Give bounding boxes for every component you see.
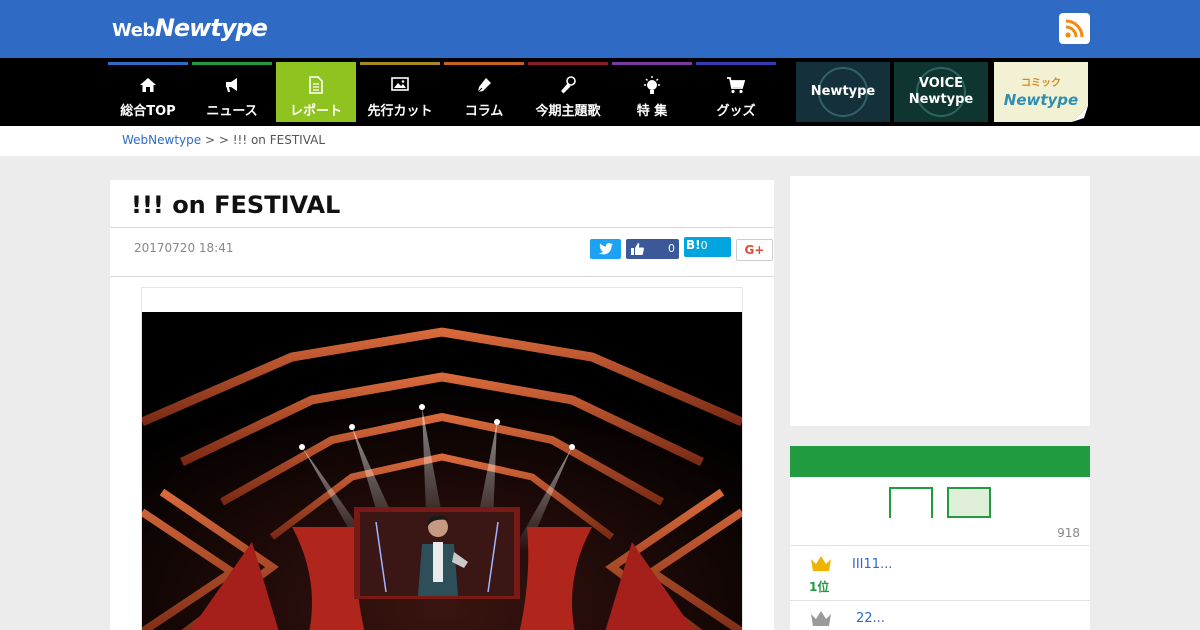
ranking-count: 918 [1057, 526, 1080, 540]
nav-item-top[interactable]: 総合TOP [108, 62, 188, 122]
nav-item-precut[interactable]: 先行カット [360, 62, 440, 122]
article-title: !!! on FESTIVAL [131, 191, 341, 219]
nav-label: 先行カット [367, 104, 433, 119]
nav-item-themesong[interactable]: 今期主題歌 [528, 62, 608, 122]
home-icon [140, 78, 156, 92]
microphone-icon [561, 76, 576, 94]
nav-color-bar [696, 62, 776, 65]
rss-icon [1065, 19, 1084, 38]
nav-label: 総合TOP [120, 104, 176, 119]
nav-color-bar [612, 62, 692, 65]
hatena-label: B!0 [686, 238, 708, 252]
ranking-tab-2[interactable] [947, 487, 991, 518]
ranking-panel: 918 1位 III11... 22... [790, 446, 1090, 630]
ranking-position: 1位 [809, 580, 830, 594]
hatena-bookmark-button[interactable]: B!0 [684, 237, 731, 257]
nav-color-bar [108, 62, 188, 65]
nav-item-column[interactable]: コラム [444, 62, 524, 122]
ranking-title-link[interactable]: III11... [852, 557, 892, 572]
divider [110, 276, 774, 277]
article-card: !!! on FESTIVAL 20170720 18:41 0 B!0 G+ [110, 180, 774, 630]
nav-label: レポート [289, 104, 342, 119]
banner-label: Newtype [810, 84, 876, 99]
twitter-icon [599, 243, 613, 255]
breadcrumb-separator: > [201, 133, 219, 147]
facebook-like-count: 0 [668, 242, 675, 255]
comic-newtype-banner[interactable]: コミック Newtype [994, 62, 1088, 122]
image-icon [391, 77, 409, 91]
lightbulb-icon [644, 76, 660, 94]
ranking-item[interactable]: 1位 III11... [790, 546, 1090, 600]
logo-web-text: Web [112, 20, 155, 41]
cart-icon [727, 77, 746, 94]
document-icon [309, 76, 323, 94]
nav-label: 今期主題歌 [535, 104, 601, 119]
megaphone-icon [226, 78, 237, 92]
nav-item-report[interactable]: レポート [276, 62, 356, 122]
thumbs-up-icon [631, 243, 644, 255]
ranking-header [790, 446, 1090, 477]
article-date: 20170720 18:41 [134, 241, 234, 255]
newtype-banner[interactable]: Newtype [796, 62, 890, 122]
silver-crown-icon [811, 611, 831, 626]
facebook-like-button[interactable]: 0 [626, 239, 679, 259]
nav-color-bar [444, 62, 524, 65]
banner-label-line1: VOICE [918, 76, 964, 91]
breadcrumb-bar: WebNewtype > > !!! on FESTIVAL [0, 126, 1200, 156]
nav-item-goods[interactable]: グッズ [696, 62, 776, 122]
nav-color-bar [360, 62, 440, 65]
pen-icon [477, 78, 491, 93]
banner-label-line1: コミック [1021, 78, 1061, 89]
breadcrumb: WebNewtype > > !!! on FESTIVAL [122, 133, 325, 147]
nav-label: 特 集 [636, 104, 668, 119]
gold-crown-icon [811, 556, 831, 571]
site-header: WebNewtype [0, 0, 1200, 58]
rss-button[interactable] [1059, 13, 1090, 44]
nav-color-bar [276, 62, 356, 65]
banner-label-line2: Newtype [908, 92, 974, 107]
divider [110, 227, 774, 228]
nav-color-bar [528, 62, 608, 65]
breadcrumb-separator: > [218, 133, 233, 147]
nav-label: グッズ [716, 104, 756, 119]
sidebar-ad-slot [790, 176, 1090, 426]
ranking-item[interactable]: 22... [790, 601, 1090, 630]
nav-label: ニュース [206, 104, 258, 119]
concert-stage-image [142, 312, 742, 630]
nav-label: コラム [464, 104, 504, 119]
article-main-photo[interactable] [142, 312, 742, 630]
site-logo[interactable]: WebNewtype [112, 14, 268, 42]
nav-color-bar [192, 62, 272, 65]
voice-newtype-banner[interactable]: VOICE Newtype [894, 62, 988, 122]
page-curl-icon [1072, 106, 1088, 122]
breadcrumb-current: !!! on FESTIVAL [232, 133, 326, 147]
nav-item-news[interactable]: ニュース [192, 62, 272, 122]
breadcrumb-home-link[interactable]: WebNewtype [122, 133, 201, 147]
ranking-title-link[interactable]: 22... [856, 611, 885, 626]
main-nav: 総合TOP ニュース レポート 先行カット コラム 今期主題歌 特 集 グッズ … [0, 58, 1200, 126]
hatena-count: 0 [700, 239, 708, 252]
twitter-share-button[interactable] [590, 239, 621, 259]
nav-item-feature[interactable]: 特 集 [612, 62, 692, 122]
ranking-tab-1[interactable] [889, 487, 933, 518]
google-plus-share-button[interactable]: G+ [736, 239, 773, 261]
logo-newtype-text: Newtype [154, 14, 268, 42]
